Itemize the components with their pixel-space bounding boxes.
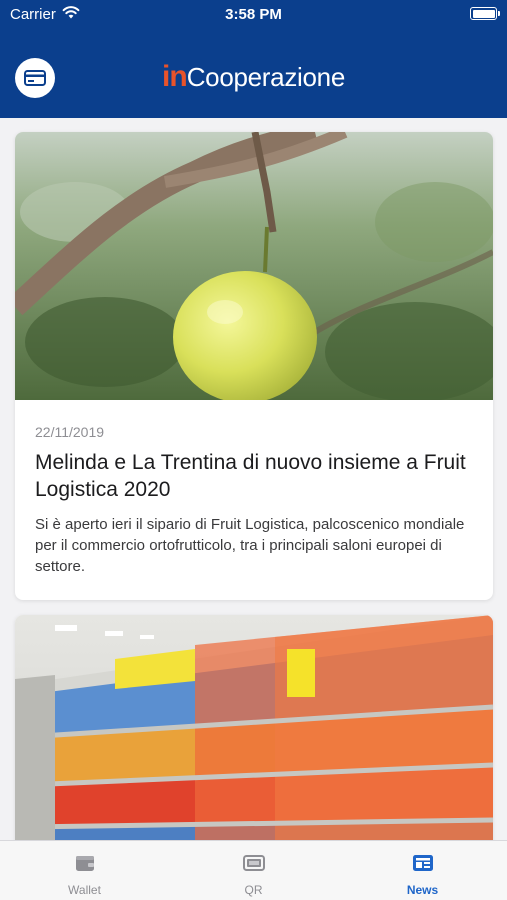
news-card[interactable]: 22/11/2019 Melinda e La Trentina di nuov… [15,132,493,600]
tab-bar: Wallet QR News [0,840,507,900]
logo-name: Cooperazione [186,62,346,92]
article-date: 22/11/2019 [35,424,105,440]
supermarket-shelves-image [15,615,493,840]
tab-wallet-label: Wallet [68,883,101,897]
news-card[interactable] [15,615,493,840]
nav-bar: inCooperazione [0,30,507,118]
tab-qr[interactable]: QR [169,841,338,900]
tab-qr-label: QR [244,883,263,897]
article-title[interactable]: Melinda e La Trentina di nuovo insieme a… [35,449,473,503]
qr-card-icon [243,855,265,871]
green-apple-image [15,132,493,400]
app-logo: inCooperazione [0,60,507,94]
tab-news-label: News [406,883,439,897]
status-time: 3:58 PM [225,6,282,23]
logo-prefix: in [162,60,188,93]
tab-news[interactable]: News [338,841,507,900]
battery-icon [470,7,500,20]
status-bar: Carrier 3:58 PM [0,0,507,30]
news-feed[interactable]: 22/11/2019 Melinda e La Trentina di nuov… [0,118,507,840]
tab-wallet[interactable]: Wallet [0,841,169,900]
news-icon [413,855,433,871]
article-excerpt: Si è aperto ieri il sipario di Fruit Log… [35,516,465,575]
wallet-icon [76,856,94,871]
